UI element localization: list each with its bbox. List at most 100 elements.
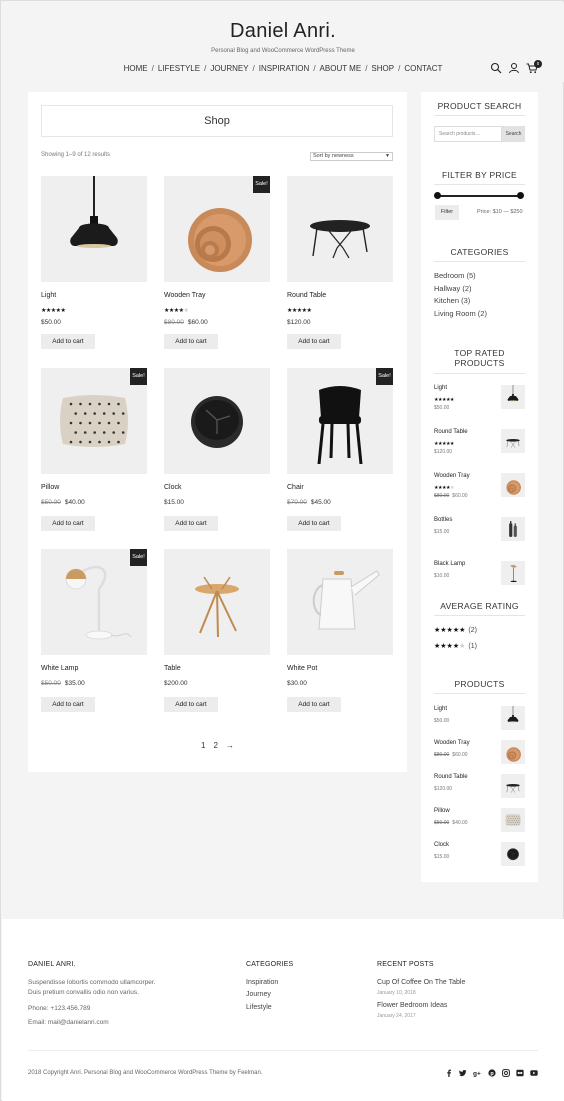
sort-select[interactable]: Sort by newness ▼	[310, 152, 393, 161]
widget-product-thumbnail[interactable]	[501, 842, 525, 866]
widget-product-thumbnail[interactable]	[501, 561, 525, 585]
product-image[interactable]	[41, 176, 147, 282]
product-card[interactable]: Sale! Pillow $50.00 $40.00 Add to cart	[41, 368, 147, 548]
product-name[interactable]: White Pot	[287, 665, 317, 672]
product-name[interactable]: Wooden Tray	[164, 292, 206, 299]
add-to-cart-button[interactable]: Add to cart	[41, 334, 95, 349]
filter-button[interactable]: Filter	[435, 205, 459, 220]
footer-email[interactable]: Email: mail@danielanri.com	[28, 1018, 109, 1028]
nav-item-lifestyle[interactable]: LIFESTYLE	[158, 64, 200, 73]
product-name[interactable]: Table	[164, 665, 181, 672]
product-name[interactable]: White Lamp	[41, 665, 78, 672]
widget-product-thumbnail[interactable]	[501, 706, 525, 730]
footer-category-link[interactable]: Lifestyle	[246, 1004, 272, 1011]
nav-item-journey[interactable]: JOURNEY	[210, 64, 248, 73]
widget-product-name[interactable]: Black Lamp	[434, 561, 465, 567]
category-link[interactable]: Bedroom (5)	[434, 270, 487, 283]
widget-product-thumbnail[interactable]	[501, 774, 525, 798]
instagram-icon[interactable]	[502, 1069, 510, 1077]
widget-product-name[interactable]: Wooden Tray	[434, 740, 470, 746]
nav-item-about-me[interactable]: ABOUT ME	[320, 64, 362, 73]
footer-recent-post-link[interactable]: Cup Of Coffee On The Table	[377, 979, 465, 986]
product-image[interactable]	[164, 368, 270, 474]
product-name[interactable]: Chair	[287, 484, 304, 491]
product-card[interactable]: Sale! White Lamp $50.00 $35.00 Add to cart	[41, 549, 147, 729]
rating-filter-4[interactable]: ★★★★★ (1)	[434, 642, 477, 650]
product-card[interactable]: Clock $15.00 Add to cart	[164, 368, 270, 548]
next-page-arrow-icon[interactable]: →	[226, 741, 234, 750]
product-card[interactable]: White Pot $30.00 Add to cart	[287, 549, 393, 729]
add-to-cart-button[interactable]: Add to cart	[41, 697, 95, 712]
footer-category-link[interactable]: Inspiration	[246, 979, 278, 986]
nav-item-contact[interactable]: CONTACT	[404, 64, 442, 73]
add-to-cart-button[interactable]: Add to cart	[164, 334, 218, 349]
product-name[interactable]: Light	[41, 292, 56, 299]
user-icon[interactable]	[508, 62, 520, 74]
widget-product-name[interactable]: Round Table	[434, 774, 468, 780]
add-to-cart-button[interactable]: Add to cart	[287, 697, 341, 712]
nav-item-home[interactable]: HOME	[124, 64, 148, 73]
widget-product-thumbnail[interactable]	[501, 740, 525, 764]
product-card[interactable]: Sale! Chair $70.00 $45.00 Add to cart	[287, 368, 393, 548]
widget-product-item[interactable]: Clock $15.00	[434, 842, 526, 868]
widget-product-item[interactable]: Wooden Tray $80.00 $60.00	[434, 740, 526, 766]
product-name[interactable]: Round Table	[287, 292, 326, 299]
widget-product-item[interactable]: Wooden Tray ★★★★★ $80.00 $60.00	[434, 473, 526, 499]
footer-category-link[interactable]: Journey	[246, 991, 271, 998]
widget-product-name[interactable]: Clock	[434, 842, 449, 848]
category-link[interactable]: Hallway (2)	[434, 283, 487, 296]
widget-product-name[interactable]: Round Table	[434, 429, 468, 435]
add-to-cart-button[interactable]: Add to cart	[41, 516, 95, 531]
price-slider-max-handle[interactable]	[517, 192, 524, 199]
product-card[interactable]: Table $200.00 Add to cart	[164, 549, 270, 729]
product-image[interactable]	[287, 549, 393, 655]
widget-product-thumbnail[interactable]	[501, 517, 525, 541]
search-icon[interactable]	[490, 62, 502, 74]
footer-recent-post-link[interactable]: Flower Bedroom Ideas	[377, 1002, 447, 1009]
flickr-icon[interactable]	[516, 1069, 524, 1077]
category-link[interactable]: Living Room (2)	[434, 308, 487, 321]
widget-product-name[interactable]: Light	[434, 706, 447, 712]
page-link-2[interactable]: 2	[214, 741, 218, 750]
product-card[interactable]: Light ★★★★★ $50.00 Add to cart	[41, 176, 147, 356]
widget-product-name[interactable]: Wooden Tray	[434, 473, 470, 479]
add-to-cart-button[interactable]: Add to cart	[164, 697, 218, 712]
twitter-icon[interactable]	[459, 1069, 467, 1077]
product-card[interactable]: Sale! Wooden Tray ★★★★★ $80.00 $60.00 Add to …	[164, 176, 270, 356]
product-name[interactable]: Clock	[164, 484, 182, 491]
product-search-button[interactable]: Search	[502, 126, 525, 142]
page-link-1[interactable]: 1	[201, 741, 205, 750]
pinterest-icon[interactable]: p	[488, 1069, 496, 1077]
widget-product-item[interactable]: Round Table ★★★★★ $120.00	[434, 429, 526, 455]
price-slider-min-handle[interactable]	[434, 192, 441, 199]
widget-product-thumbnail[interactable]	[501, 429, 525, 453]
category-link[interactable]: Kitchen (3)	[434, 295, 487, 308]
price-slider-track[interactable]	[437, 195, 520, 197]
product-image[interactable]	[287, 176, 393, 282]
nav-item-shop[interactable]: SHOP	[371, 64, 394, 73]
product-search-input[interactable]: Search products…	[434, 126, 502, 142]
product-card[interactable]: Round Table ★★★★★ $120.00 Add to cart	[287, 176, 393, 356]
widget-product-thumbnail[interactable]	[501, 385, 525, 409]
widget-product-item[interactable]: Light ★★★★★ $50.00	[434, 385, 526, 411]
product-image[interactable]	[164, 549, 270, 655]
rating-filter-5[interactable]: ★★★★★ (2)	[434, 626, 477, 634]
google-plus-icon[interactable]: g+	[473, 1069, 481, 1078]
widget-product-name[interactable]: Pillow	[434, 808, 450, 814]
widget-product-item[interactable]: Light $50.00	[434, 706, 526, 732]
widget-product-item[interactable]: Black Lamp $10.00	[434, 561, 526, 587]
widget-product-item[interactable]: Bottles $15.00	[434, 517, 526, 543]
widget-product-thumbnail[interactable]	[501, 808, 525, 832]
product-name[interactable]: Pillow	[41, 484, 59, 491]
add-to-cart-button[interactable]: Add to cart	[164, 516, 218, 531]
widget-product-name[interactable]: Light	[434, 385, 447, 391]
widget-product-thumbnail[interactable]	[501, 473, 525, 497]
site-title[interactable]: Daniel Anri.	[2, 20, 564, 43]
youtube-icon[interactable]	[530, 1069, 538, 1077]
widget-product-item[interactable]: Pillow $50.00 $40.00	[434, 808, 526, 834]
widget-product-item[interactable]: Round Table $120.00	[434, 774, 526, 800]
add-to-cart-button[interactable]: Add to cart	[287, 516, 341, 531]
facebook-icon[interactable]	[445, 1069, 453, 1077]
widget-product-name[interactable]: Bottles	[434, 517, 452, 523]
nav-item-inspiration[interactable]: INSPIRATION	[259, 64, 310, 73]
